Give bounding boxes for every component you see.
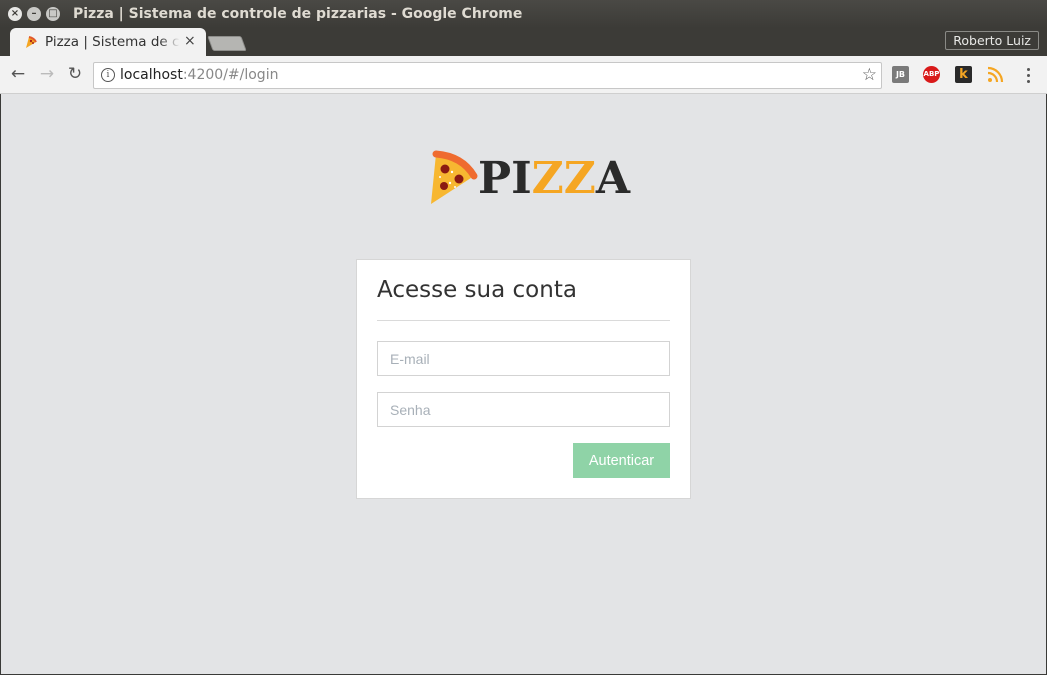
tab-title: Pizza | Sistema de controle de pizzarias (45, 34, 180, 50)
new-tab-button[interactable] (207, 36, 247, 51)
window-title: Pizza | Sistema de controle de pizzarias… (73, 6, 523, 22)
login-title: Acesse sua conta (377, 277, 577, 303)
login-card: Acesse sua conta Autenticar (356, 259, 691, 499)
adblock-extension-icon[interactable]: ABP (923, 66, 940, 83)
k-extension-icon[interactable]: k (955, 66, 972, 83)
logo-text-a: A (595, 153, 631, 204)
tab-close-icon[interactable]: × (184, 33, 196, 49)
url-host: localhost (120, 67, 183, 83)
page-viewport: PIZZA Acesse sua conta Autenticar (1, 94, 1046, 674)
pizza-slice-icon (431, 150, 478, 204)
browser-toolbar: ← → ↻ i localhost:4200/#/login ☆ JB ABP … (0, 56, 1047, 94)
reload-icon[interactable]: ↻ (65, 64, 85, 84)
back-icon[interactable]: ← (8, 64, 28, 84)
window-title-bar: × – □ Pizza | Sistema de controle de piz… (0, 0, 1047, 28)
pizza-logo: PIZZA (428, 150, 630, 208)
forward-icon[interactable]: → (37, 64, 57, 84)
window-maximize-button[interactable]: □ (46, 7, 60, 21)
window-close-button[interactable]: × (8, 7, 22, 21)
window-minimize-button[interactable]: – (27, 7, 41, 21)
tab-pizza[interactable]: Pizza | Sistema de controle de pizzarias… (10, 28, 206, 56)
profile-button[interactable]: Roberto Luiz (945, 31, 1039, 50)
jetbrains-extension-icon[interactable]: JB (892, 66, 909, 83)
password-field[interactable] (377, 392, 670, 427)
chrome-menu-icon[interactable] (1022, 65, 1034, 85)
login-divider (377, 320, 670, 321)
address-bar[interactable]: i localhost:4200/#/login ☆ (93, 62, 882, 89)
url-path: :4200/#/login (182, 67, 279, 83)
site-info-icon[interactable]: i (101, 68, 115, 82)
email-field[interactable] (377, 341, 670, 376)
url-text[interactable]: localhost:4200/#/login (120, 67, 278, 83)
bookmark-star-icon[interactable]: ☆ (862, 65, 877, 85)
logo-text: PIZZA (478, 154, 630, 204)
tab-strip: Pizza | Sistema de controle de pizzarias… (0, 28, 1047, 56)
pizza-favicon-icon (26, 36, 37, 48)
rss-extension-icon[interactable] (987, 66, 1004, 83)
logo-text-zz: ZZ (531, 153, 596, 204)
authenticate-button[interactable]: Autenticar (573, 443, 670, 478)
logo-text-pi: PI (478, 153, 532, 204)
